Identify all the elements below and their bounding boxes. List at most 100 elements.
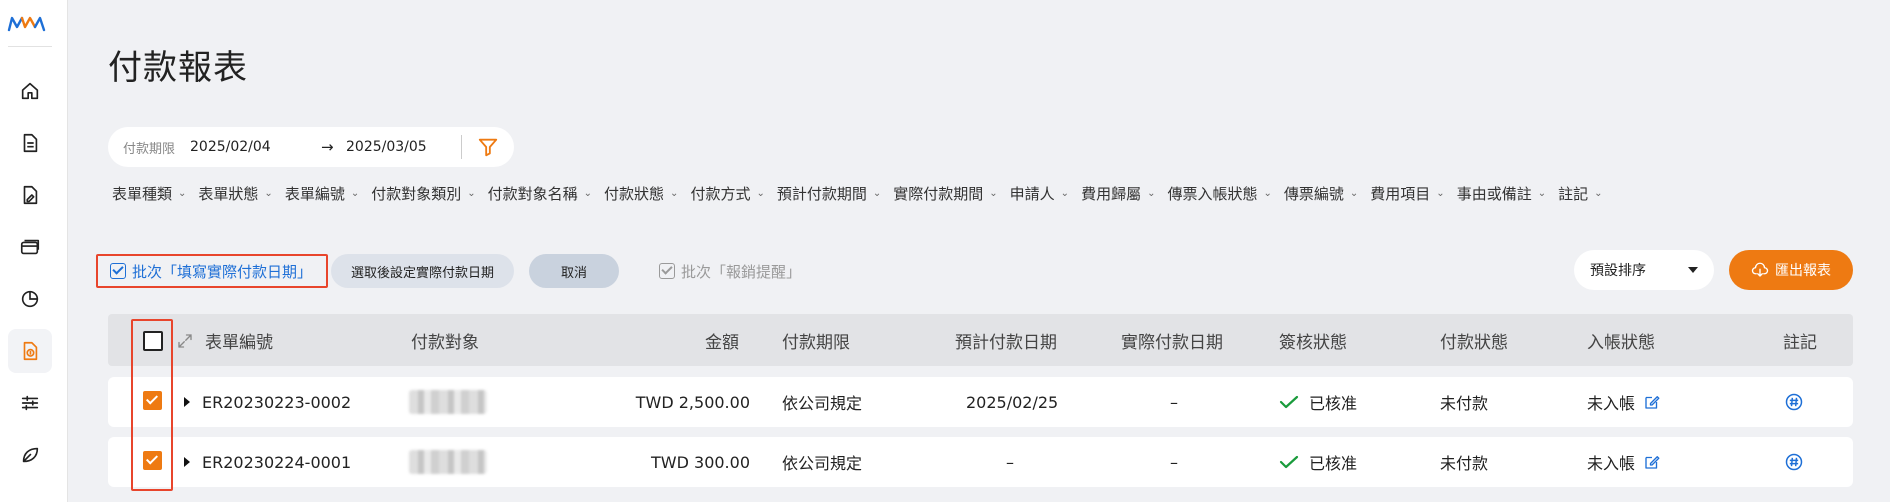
col-amount[interactable]: 金額 <box>705 314 739 366</box>
check-icon <box>1279 395 1299 409</box>
nav-home[interactable] <box>8 69 52 113</box>
nav-eco[interactable] <box>8 433 52 477</box>
nav-file-edit[interactable] <box>8 173 52 217</box>
arrow-right-icon: → <box>321 138 334 156</box>
checkbox-column-highlight <box>131 319 173 491</box>
filter-annotation[interactable]: 註記 ⌄ <box>1558 182 1602 204</box>
col-posting-status[interactable]: 入帳狀態 <box>1587 314 1655 366</box>
nav-reports-chart[interactable] <box>8 277 52 321</box>
chevron-down-icon: ⌄ <box>1263 187 1272 199</box>
caret-right-icon <box>184 457 190 467</box>
filter-voucher-post-status[interactable]: 傳票入帳狀態 ⌄ <box>1167 182 1271 204</box>
payment-status: 未付款 <box>1440 454 1489 473</box>
table-row[interactable]: ER20230224-0001 TWD 300.00 依公司規定 – – 已核准… <box>108 437 1853 487</box>
actual-date: – <box>1170 452 1178 472</box>
table-header: 表單編號 付款對象 金額 付款期限 預計付款日期 實際付款日期 簽核狀態 付款狀… <box>108 314 1853 366</box>
annotation-cell <box>1784 377 1804 427</box>
chevron-down-icon: ⌄ <box>1060 187 1070 199</box>
col-deadline[interactable]: 付款期限 <box>782 314 850 366</box>
batch-fill-date-button[interactable]: 批次「填寫實際付款日期」 <box>96 254 328 288</box>
hashtag-icon[interactable] <box>1784 392 1804 412</box>
col-annotation[interactable]: 註記 <box>1783 314 1817 366</box>
filter-payee-name[interactable]: 付款對象名稱 ⌄ <box>488 182 592 204</box>
chevron-down-icon: ⌄ <box>350 187 360 199</box>
payee-name-blurred <box>409 377 487 427</box>
edit-icon[interactable] <box>1643 453 1661 471</box>
table-row[interactable]: ER20230223-0002 TWD 2,500.00 依公司規定 2025/… <box>108 377 1853 427</box>
file-edit-icon <box>23 185 38 205</box>
card-icon <box>20 239 40 255</box>
approval-status: 已核准 <box>1279 437 1357 487</box>
form-number: ER20230224-0001 <box>202 452 352 472</box>
chevron-down-icon: ⌄ <box>1594 187 1603 199</box>
col-payee[interactable]: 付款對象 <box>411 314 479 366</box>
hashtag-icon[interactable] <box>1784 452 1804 472</box>
payee-blur <box>409 390 487 414</box>
caret-right-icon <box>184 397 190 407</box>
checkbox-icon <box>110 263 126 279</box>
amount: TWD 300.00 <box>651 452 750 472</box>
filter-payment-method[interactable]: 付款方式 ⌄ <box>690 182 764 204</box>
set-actual-date-button[interactable]: 選取後設定實際付款日期 <box>331 254 514 288</box>
filter-payment-status[interactable]: 付款狀態 ⌄ <box>604 182 678 204</box>
posting-status: 未入帳 <box>1587 437 1661 487</box>
expand-icon[interactable] <box>176 332 194 350</box>
col-form-number[interactable]: 表單編號 <box>205 314 273 366</box>
logo-divider <box>8 46 52 47</box>
filter-actual-period[interactable]: 實際付款期間 ⌄ <box>893 182 997 204</box>
filter-cost-attribution[interactable]: 費用歸屬 ⌄ <box>1081 182 1155 204</box>
home-icon <box>21 82 39 100</box>
nav-documents[interactable] <box>8 121 52 165</box>
filter-expense-item[interactable]: 費用項目 ⌄ <box>1370 182 1444 204</box>
filter-expected-period[interactable]: 預計付款期間 ⌄ <box>777 182 881 204</box>
chevron-down-icon: ⌄ <box>1147 187 1156 199</box>
check-icon <box>1279 455 1299 469</box>
batch-remind-button[interactable]: 批次「報銷提醒」 <box>659 258 801 284</box>
date-start-input[interactable]: 2025/02/04 <box>190 139 271 155</box>
col-actual-date[interactable]: 實際付款日期 <box>1121 314 1223 366</box>
filter-payee-category[interactable]: 付款對象類別 ⌄ <box>371 182 475 204</box>
posting-status: 未入帳 <box>1587 377 1661 427</box>
filter-form-type[interactable]: 表單種類 ⌄ <box>112 182 186 204</box>
cloud-download-icon <box>1751 262 1769 277</box>
filter-applicant[interactable]: 申請人 ⌄ <box>1010 182 1069 204</box>
sort-select-value: 預設排序 <box>1590 263 1646 279</box>
filter-voucher-number[interactable]: 傳票編號 ⌄ <box>1284 182 1358 204</box>
nav-payment-report[interactable] <box>8 329 52 373</box>
document-icon <box>23 133 38 153</box>
approval-status: 已核准 <box>1279 377 1357 427</box>
deadline: 依公司規定 <box>782 394 863 413</box>
mm-logo[interactable] <box>6 8 52 36</box>
expected-date: – <box>1006 452 1014 472</box>
payment-report-icon <box>23 341 38 361</box>
filter-icon[interactable] <box>477 136 499 158</box>
caret-down-icon <box>1688 267 1698 273</box>
edit-icon[interactable] <box>1643 393 1661 411</box>
nav-settings[interactable] <box>8 381 52 425</box>
col-expected-date[interactable]: 預計付款日期 <box>955 314 1057 366</box>
payee-name-blurred <box>409 437 487 487</box>
col-approval-status[interactable]: 簽核狀態 <box>1279 314 1347 366</box>
chevron-down-icon: ⌄ <box>1436 187 1445 199</box>
col-payment-status[interactable]: 付款狀態 <box>1440 314 1508 366</box>
chevron-down-icon: ⌄ <box>467 187 476 199</box>
checkbox-icon <box>659 263 675 279</box>
chevron-down-icon: ⌄ <box>670 187 679 199</box>
nav-cards[interactable] <box>8 225 52 269</box>
sort-select[interactable]: 預設排序 <box>1574 250 1714 290</box>
filter-form-number[interactable]: 表單編號 ⌄ <box>285 182 359 204</box>
export-report-button[interactable]: 匯出報表 <box>1729 250 1853 290</box>
filter-bar: 表單種類 ⌄ 表單狀態 ⌄ 表單編號 ⌄ 付款對象類別 ⌄ 付款對象名稱 ⌄ 付款狀態 ⌄ … <box>112 182 1615 204</box>
deadline: 依公司規定 <box>782 454 863 473</box>
payment-status: 未付款 <box>1440 394 1489 413</box>
date-end-input[interactable]: 2025/03/05 <box>346 139 427 155</box>
date-range-picker[interactable]: 付款期限 2025/02/04 → 2025/03/05 <box>108 127 514 167</box>
row-expand[interactable]: ER20230223-0002 <box>184 377 351 427</box>
cancel-button[interactable]: 取消 <box>529 254 619 288</box>
filter-form-status[interactable]: 表單狀態 ⌄ <box>198 182 272 204</box>
chevron-down-icon: ⌄ <box>1349 187 1359 199</box>
filter-reason-note[interactable]: 事由或備註 ⌄ <box>1457 182 1546 204</box>
payee-blur <box>409 450 487 474</box>
row-expand[interactable]: ER20230224-0001 <box>184 437 351 487</box>
date-divider <box>461 135 462 159</box>
